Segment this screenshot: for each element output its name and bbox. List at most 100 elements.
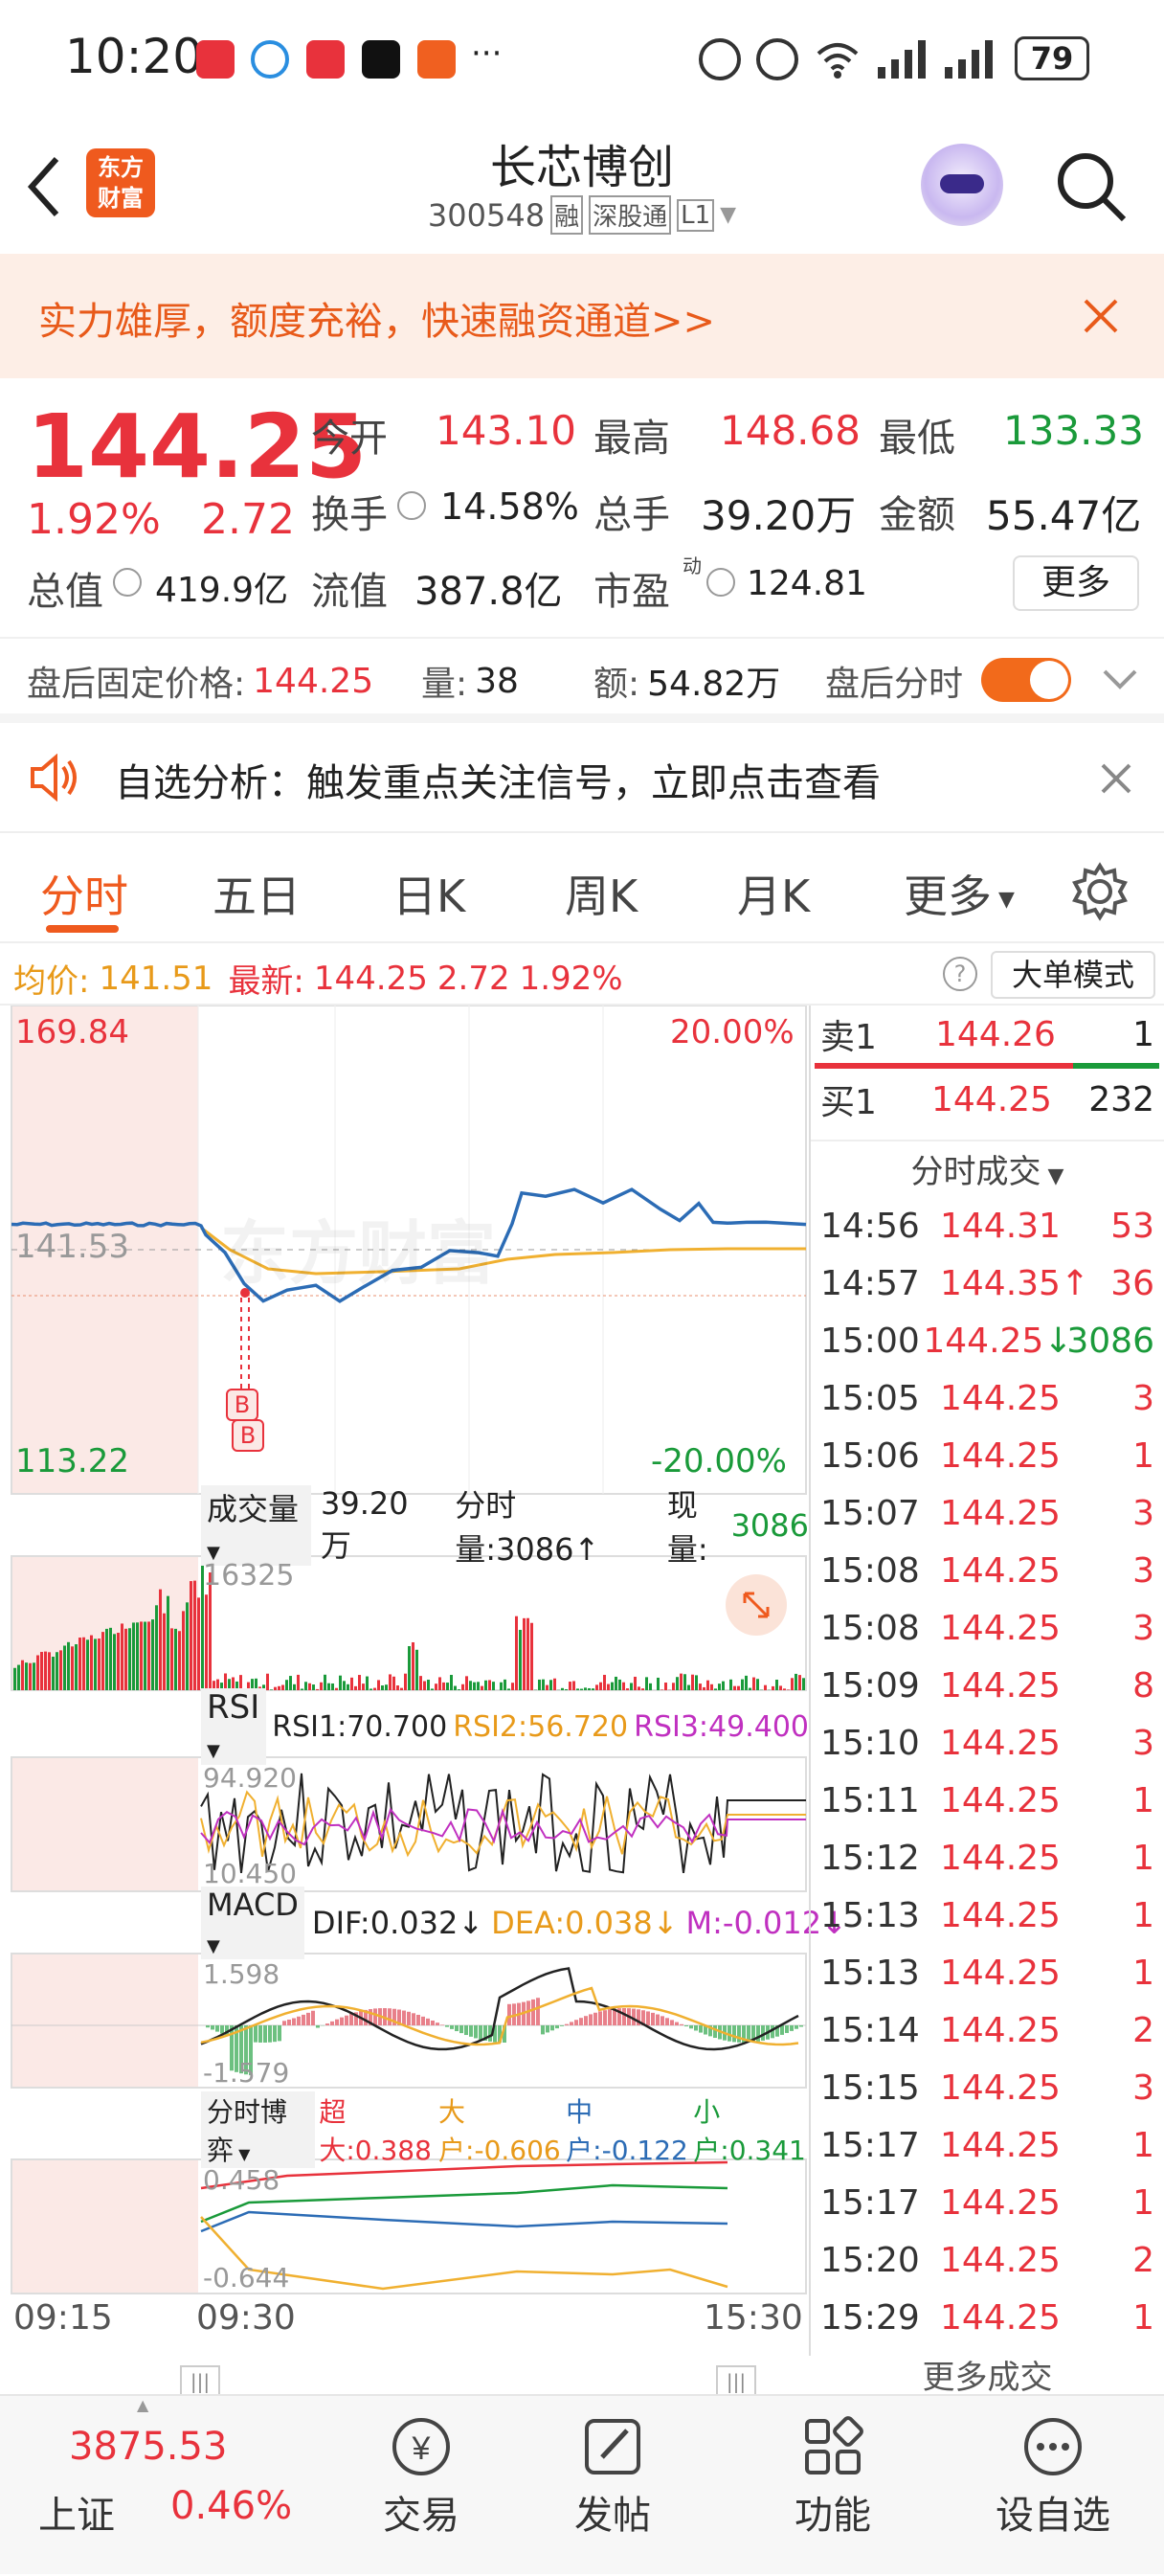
chevron-down-icon[interactable] — [1101, 666, 1139, 694]
tick-price: 144.25 — [940, 1954, 1084, 1993]
expand-icon[interactable] — [726, 1574, 787, 1636]
macd-bar — [263, 2025, 267, 2043]
volume-bar — [549, 1680, 552, 1690]
macd-bar — [258, 2025, 262, 2043]
tick-price: 144.25 — [940, 2183, 1084, 2223]
macd-bar — [426, 2019, 430, 2025]
tab-more[interactable]: 更多 ▼ — [904, 862, 1015, 925]
volume-bar — [706, 1681, 709, 1690]
volume-bar — [787, 1689, 790, 1690]
order-book-panel: 卖1 144.26 1 买1 144.25 232 分时成交 ▼ 14:5614… — [809, 1006, 1164, 2356]
nav-add-watchlist[interactable]: 设自选 — [957, 2396, 1149, 2576]
volume-bar — [595, 1684, 598, 1690]
more-trades-link[interactable]: 更多成交 — [811, 2351, 1164, 2398]
intraday-chart[interactable]: 169.84 141.53 113.22 20.00% -20.00% 东方财富… — [0, 1006, 809, 2356]
rsi-selector[interactable]: RSI ▼ — [201, 1688, 266, 1765]
macd-bar — [220, 2025, 224, 2034]
after-hours-toggle[interactable] — [981, 658, 1071, 702]
volume-bar — [147, 1621, 150, 1690]
mktcap-label: 总值 — [27, 560, 103, 616]
tick-row: 15:08144.253 — [811, 1542, 1164, 1599]
info-icon[interactable] — [397, 491, 426, 520]
volume-bar — [75, 1644, 78, 1690]
info-icon[interactable] — [706, 568, 735, 597]
y-axis-mid: 141.53 — [15, 1228, 129, 1266]
tab-monthly-k[interactable]: 月K — [737, 862, 810, 925]
volume-bar — [278, 1686, 280, 1690]
buy-marker[interactable]: B — [226, 1389, 258, 1421]
volume-bar — [500, 1683, 503, 1690]
tab-intraday[interactable]: 分时 — [40, 862, 128, 925]
close-icon[interactable] — [1099, 761, 1133, 796]
notice-text[interactable]: 自选分析：触发重点关注信号，立即点击查看 — [115, 752, 881, 807]
tick-volume: 3 — [1084, 1551, 1154, 1591]
volume-bar — [588, 1688, 591, 1690]
macd-bar — [550, 2025, 554, 2030]
nav-trade[interactable]: ¥ 交易 — [325, 2396, 517, 2576]
volume-bar — [660, 1689, 663, 1690]
index-ticker[interactable]: ▲ 3875.53 上证 0.46% — [0, 2396, 325, 2576]
tick-trades-selector[interactable]: 分时成交 ▼ — [811, 1145, 1164, 1192]
promo-banner[interactable]: 实力雄厚，额度充裕，快速融资通道>> — [0, 254, 1164, 378]
tick-price: 144.25 — [940, 1666, 1084, 1706]
nav-functions[interactable]: 功能 — [737, 2396, 929, 2576]
volume-bar — [285, 1680, 288, 1690]
volume-bar — [488, 1680, 491, 1690]
tick-time: 15:06 — [820, 1436, 940, 1476]
buy-marker[interactable]: B — [232, 1419, 264, 1452]
volume-bar — [427, 1680, 430, 1690]
settings-gear-icon[interactable] — [1070, 862, 1130, 921]
volume-bar — [419, 1676, 422, 1690]
tick-volume: 3 — [1084, 2068, 1154, 2108]
volume-bar — [56, 1652, 58, 1690]
promo-text[interactable]: 实力雄厚，额度充裕，快速融资通道>> — [38, 290, 715, 346]
more-button[interactable]: 更多 — [1013, 555, 1139, 611]
macd-selector[interactable]: MACD ▼ — [201, 1887, 304, 1959]
volume-bar — [576, 1688, 579, 1690]
stock-header: 东方财富 长芯博创 300548 融 深股通 L1 ▼ — [0, 115, 1164, 254]
macd-bar — [459, 2025, 463, 2033]
latest-price: 144.25 — [314, 960, 428, 998]
macd-bars — [206, 1998, 803, 2075]
tick-row: 15:15144.253 — [811, 2059, 1164, 2116]
svg-text:¥: ¥ — [412, 2430, 431, 2467]
tick-time: 15:11 — [820, 1781, 940, 1820]
volume-bar — [756, 1679, 759, 1690]
rsi-top-label: 94.920 — [203, 1762, 297, 1794]
volume-bar — [561, 1688, 564, 1690]
nav-post[interactable]: 发帖 — [517, 2396, 708, 2576]
tick-time: 15:07 — [820, 1494, 940, 1533]
macd-bottom-label: -1.579 — [203, 2057, 289, 2089]
analysis-notice[interactable]: 自选分析：触发重点关注信号，立即点击查看 — [0, 723, 1164, 833]
volume-bar — [687, 1685, 690, 1690]
volume-bar — [764, 1685, 767, 1690]
tick-row: 15:12144.251 — [811, 1829, 1164, 1887]
volume-bar — [592, 1688, 594, 1690]
tick-volume: 3 — [1084, 1379, 1154, 1418]
macd-bar — [651, 2013, 655, 2025]
tick-price: 144.25 — [940, 1609, 1084, 1648]
tab-five-day[interactable]: 五日 — [213, 862, 301, 925]
search-icon[interactable] — [1053, 148, 1130, 225]
tick-volume: 分时量:3086↑ — [455, 1481, 638, 1570]
volume-bar — [507, 1688, 510, 1690]
help-icon[interactable]: ? — [943, 957, 977, 991]
volume-bar — [749, 1688, 751, 1690]
big-order-mode-button[interactable]: 大单模式 — [991, 951, 1155, 999]
macd-bar — [526, 2000, 530, 2025]
game-selector[interactable]: 分时博弈 ▼ — [201, 2091, 315, 2168]
close-icon[interactable] — [1082, 297, 1120, 335]
info-icon[interactable] — [113, 568, 142, 597]
macd-bar — [330, 2022, 334, 2025]
tick-row: 15:06144.251 — [811, 1427, 1164, 1484]
volume-selector[interactable]: 成交量 ▼ — [201, 1485, 311, 1566]
volume-bar — [729, 1680, 732, 1690]
pe-label: 市盈 — [593, 560, 670, 616]
chevron-down-icon[interactable]: ▼ — [720, 203, 736, 227]
tab-weekly-k[interactable]: 周K — [565, 862, 638, 925]
robot-assistant-icon[interactable] — [921, 144, 1003, 226]
tab-daily-k[interactable]: 日K — [392, 862, 465, 925]
volume-bar — [343, 1681, 346, 1690]
macd-bar — [622, 2008, 626, 2025]
volume-bar — [358, 1675, 361, 1690]
